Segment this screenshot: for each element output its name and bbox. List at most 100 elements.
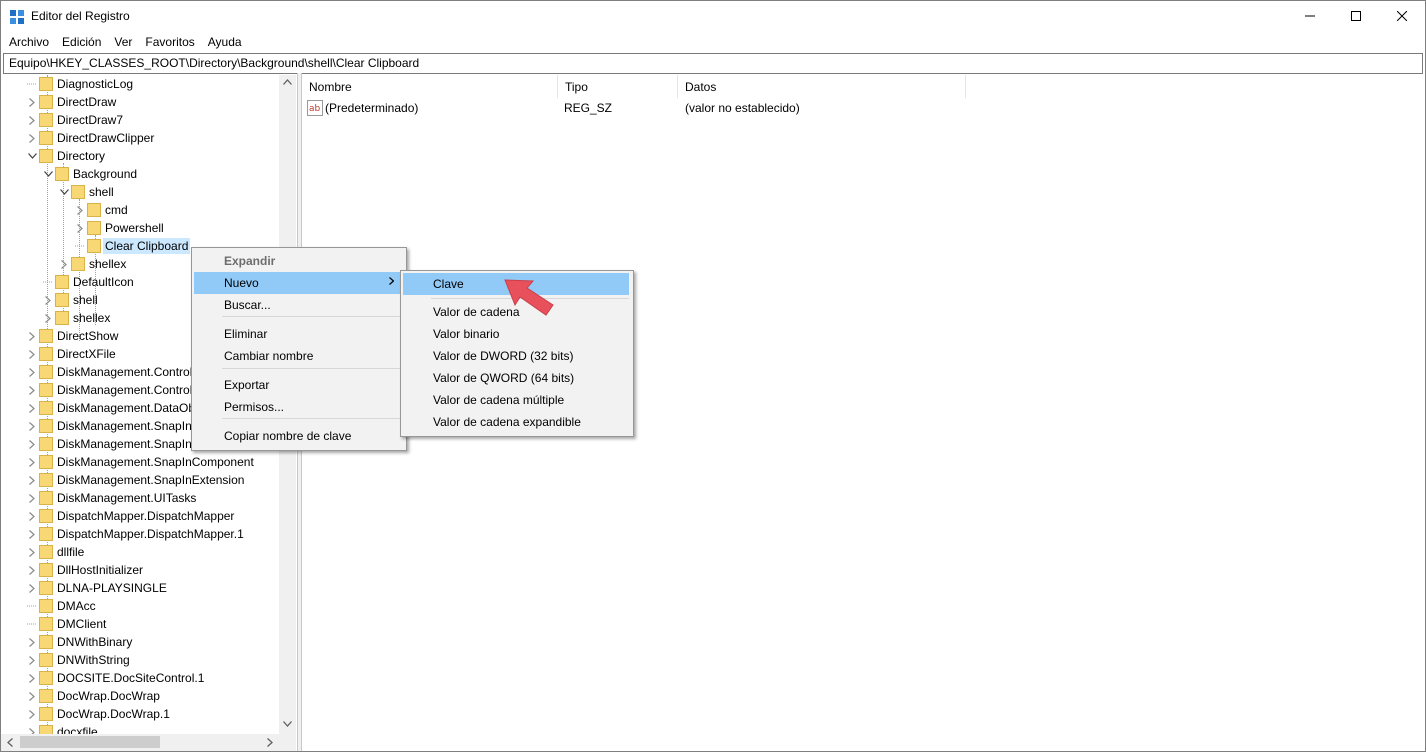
chevron-right-icon[interactable] <box>27 651 37 669</box>
chevron-down-icon[interactable] <box>59 183 69 201</box>
address-bar[interactable]: Equipo\HKEY_CLASSES_ROOT\Directory\Backg… <box>3 53 1423 74</box>
address-path: Equipo\HKEY_CLASSES_ROOT\Directory\Backg… <box>9 56 420 70</box>
tree-item[interactable]: DNWithBinary <box>1 633 279 651</box>
tree-item-label: DiskManagement.SnapIn <box>57 419 192 433</box>
folder-icon <box>55 293 69 307</box>
tree-item[interactable]: dllfile <box>1 543 279 561</box>
tree-item[interactable]: DOCSITE.DocSiteControl.1 <box>1 669 279 687</box>
chevron-right-icon[interactable] <box>75 219 85 237</box>
chevron-right-icon[interactable] <box>27 489 37 507</box>
registry-app-icon <box>10 10 24 24</box>
value-row[interactable]: ab (Predeterminado) REG_SZ (valor no est… <box>302 98 966 118</box>
context-menu-item[interactable]: Buscar... <box>194 294 404 316</box>
chevron-right-icon[interactable] <box>27 399 37 417</box>
tree-item-label: Background <box>73 167 138 181</box>
chevron-right-icon[interactable] <box>267 738 273 747</box>
context-menu-item[interactable]: Cambiar nombre <box>194 345 404 367</box>
context-menu-item[interactable]: Eliminar <box>194 323 404 345</box>
tree-item[interactable]: cmd <box>1 201 279 219</box>
chevron-right-icon[interactable] <box>27 687 37 705</box>
close-button[interactable] <box>1379 1 1425 31</box>
chevron-right-icon[interactable] <box>27 93 37 111</box>
chevron-left-icon[interactable] <box>7 738 13 747</box>
chevron-right-icon[interactable] <box>27 345 37 363</box>
tree-item[interactable]: shell <box>1 183 279 201</box>
chevron-right-icon[interactable] <box>27 507 37 525</box>
folder-icon <box>39 563 53 577</box>
tree-item[interactable]: DMClient <box>1 615 279 633</box>
minimize-button[interactable] <box>1287 1 1333 31</box>
chevron-right-icon[interactable] <box>27 579 37 597</box>
chevron-right-icon[interactable] <box>27 381 37 399</box>
tree-item[interactable]: DMAcc <box>1 597 279 615</box>
window-title: Editor del Registro <box>31 9 130 23</box>
tree-item[interactable]: DirectDraw7 <box>1 111 279 129</box>
chevron-down-icon[interactable] <box>27 147 37 165</box>
tree-item[interactable]: Directory <box>1 147 279 165</box>
maximize-button[interactable] <box>1333 1 1379 31</box>
chevron-right-icon[interactable] <box>27 363 37 381</box>
chevron-right-icon[interactable] <box>75 201 85 219</box>
tree-item[interactable]: DirectDrawClipper <box>1 129 279 147</box>
tree-item[interactable]: DocWrap.DocWrap.1 <box>1 705 279 723</box>
menu-1[interactable]: Edición <box>54 32 106 52</box>
chevron-right-icon[interactable] <box>27 111 37 129</box>
tree-item[interactable]: DiskManagement.SnapInExtension <box>1 471 279 489</box>
chevron-right-icon[interactable] <box>27 561 37 579</box>
chevron-right-icon[interactable] <box>27 417 37 435</box>
menu-separator <box>222 368 402 369</box>
chevron-up-icon[interactable] <box>283 79 292 85</box>
scroll-thumb[interactable] <box>20 736 160 748</box>
chevron-down-icon[interactable] <box>43 165 53 183</box>
tree-item-label: shellex <box>73 311 111 325</box>
tree-item[interactable]: DirectDraw <box>1 93 279 111</box>
submenu-item[interactable]: Valor de cadena múltiple <box>403 389 629 411</box>
chevron-right-icon[interactable] <box>27 705 37 723</box>
tree-item[interactable]: DiskManagement.SnapInComponent <box>1 453 279 471</box>
column-nombre[interactable]: Nombre <box>302 75 558 98</box>
column-datos[interactable]: Datos <box>678 75 966 98</box>
menu-0[interactable]: Archivo <box>1 32 54 52</box>
submenu-item[interactable]: Valor de DWORD (32 bits) <box>403 345 629 367</box>
context-menu-item[interactable]: Copiar nombre de clave <box>194 425 404 447</box>
chevron-right-icon[interactable] <box>27 669 37 687</box>
chevron-right-icon[interactable] <box>27 435 37 453</box>
chevron-right-icon[interactable] <box>27 633 37 651</box>
chevron-down-icon[interactable] <box>283 721 292 727</box>
context-menu-item[interactable]: Exportar <box>194 374 404 396</box>
tree-item[interactable]: DiagnosticLog <box>1 75 279 93</box>
submenu-item[interactable]: Valor binario <box>403 323 629 345</box>
column-tipo[interactable]: Tipo <box>558 75 678 98</box>
chevron-right-icon[interactable] <box>27 471 37 489</box>
tree-item[interactable]: DispatchMapper.DispatchMapper.1 <box>1 525 279 543</box>
menu-3[interactable]: Favoritos <box>137 32 199 52</box>
tree-item-label: DirectShow <box>57 329 119 343</box>
chevron-right-icon[interactable] <box>43 309 53 327</box>
tree-item[interactable]: DispatchMapper.DispatchMapper <box>1 507 279 525</box>
tree-horizontal-scrollbar[interactable] <box>1 734 296 751</box>
context-menu-item[interactable]: Nuevo <box>194 272 404 294</box>
tree-item[interactable]: DocWrap.DocWrap <box>1 687 279 705</box>
list-header: Nombre Tipo Datos <box>302 75 966 98</box>
tree-item-label: DiskManagement.UITasks <box>57 491 197 505</box>
tree-item[interactable]: DNWithString <box>1 651 279 669</box>
tree-item[interactable]: Powershell <box>1 219 279 237</box>
submenu-item[interactable]: Valor de QWORD (64 bits) <box>403 367 629 389</box>
tree-item[interactable]: DllHostInitializer <box>1 561 279 579</box>
tree-item[interactable]: DLNA-PLAYSINGLE <box>1 579 279 597</box>
tree-item[interactable]: Background <box>1 165 279 183</box>
menu-4[interactable]: Ayuda <box>200 32 247 52</box>
chevron-right-icon[interactable] <box>59 255 69 273</box>
menu-2[interactable]: Ver <box>106 32 137 52</box>
context-menu-item[interactable]: Permisos... <box>194 396 404 418</box>
chevron-right-icon[interactable] <box>43 291 53 309</box>
chevron-right-icon[interactable] <box>27 453 37 471</box>
chevron-right-icon[interactable] <box>27 543 37 561</box>
submenu-item[interactable]: Valor de cadena expandible <box>403 411 629 433</box>
context-menu-item[interactable]: Expandir <box>194 250 404 272</box>
tree-item[interactable]: DiskManagement.UITasks <box>1 489 279 507</box>
tree-connector <box>27 597 37 615</box>
chevron-right-icon[interactable] <box>27 129 37 147</box>
chevron-right-icon[interactable] <box>27 525 37 543</box>
chevron-right-icon[interactable] <box>27 327 37 345</box>
